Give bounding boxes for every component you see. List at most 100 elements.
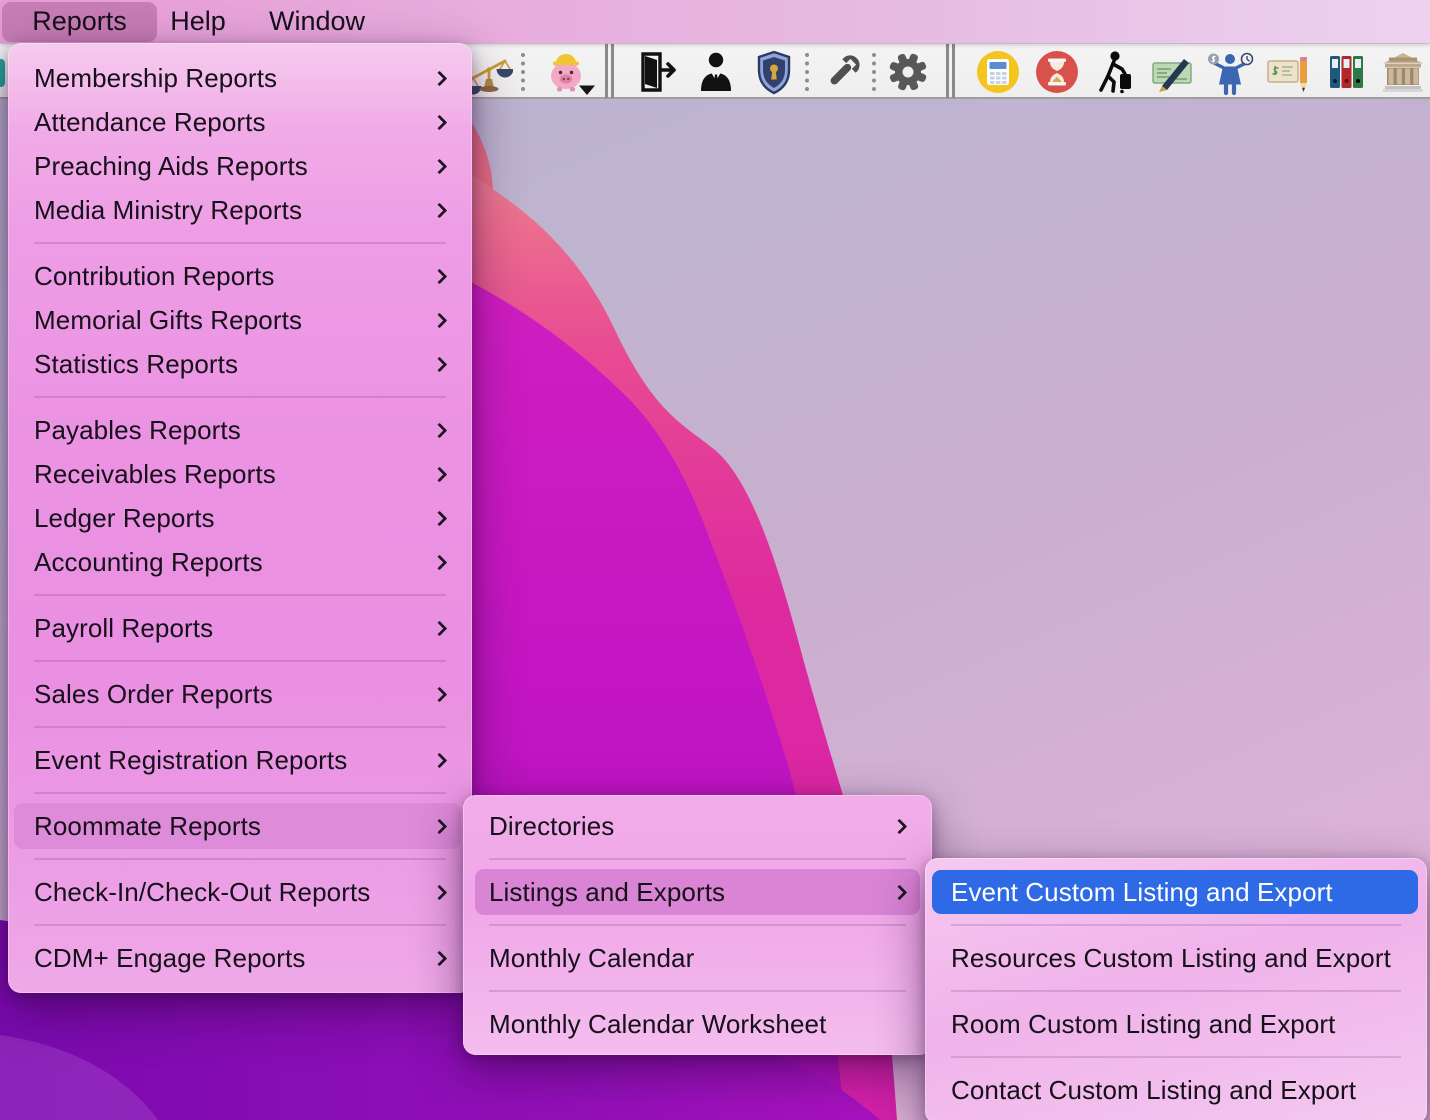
menu-item-payroll-reports[interactable]: Payroll Reports — [8, 606, 472, 650]
menu-item-monthly-calendar[interactable]: Monthly Calendar — [463, 936, 932, 980]
menu-item-label: Resources Custom Listing and Export — [951, 943, 1391, 974]
menu-separator — [463, 914, 932, 936]
menu-bar: Reports Help Window — [0, 0, 1430, 43]
chevron-right-icon — [432, 686, 448, 702]
menu-separator — [463, 848, 932, 870]
menu-item-label: Accounting Reports — [34, 547, 263, 578]
partial-toolbar-icon — [0, 59, 5, 87]
toolbar-divider-dotted — [872, 53, 876, 91]
toolbar-divider-double — [605, 44, 614, 98]
hourglass-icon[interactable] — [1033, 48, 1081, 96]
payroll-icon[interactable] — [1206, 48, 1254, 96]
scales-icon[interactable] — [465, 48, 513, 96]
security-shield-icon[interactable] — [750, 48, 798, 96]
chevron-right-icon — [432, 158, 448, 174]
menu-item-cdm-engage-reports[interactable]: CDM+ Engage Reports — [8, 936, 472, 980]
toolbar-divider-dotted — [805, 53, 809, 91]
menu-item-label: Payables Reports — [34, 415, 241, 446]
menu-item-accounting-reports[interactable]: Accounting Reports — [8, 540, 472, 584]
menu-item-listings-and-exports[interactable]: Listings and Exports — [463, 870, 932, 914]
menu-separator — [925, 914, 1427, 936]
menu-item-media-ministry-reports[interactable]: Media Ministry Reports — [8, 188, 472, 232]
check-writing-icon[interactable] — [1148, 48, 1196, 96]
menu-item-label: Media Ministry Reports — [34, 195, 302, 226]
menu-item-label: Payroll Reports — [34, 613, 213, 644]
menu-item-label: Monthly Calendar Worksheet — [489, 1009, 826, 1040]
exit-door-icon[interactable] — [633, 48, 681, 96]
menu-separator — [925, 980, 1427, 1002]
menu-item-label: Room Custom Listing and Export — [951, 1009, 1336, 1040]
menu-separator — [8, 386, 472, 408]
menu-item-label: Listings and Exports — [489, 877, 725, 908]
person-icon[interactable] — [692, 48, 740, 96]
check-register-icon[interactable] — [1264, 48, 1312, 96]
menu-item-sales-order-reports[interactable]: Sales Order Reports — [8, 672, 472, 716]
menu-item-label: Monthly Calendar — [489, 943, 694, 974]
chevron-right-icon — [432, 884, 448, 900]
menu-item-event-registration-reports[interactable]: Event Registration Reports — [8, 738, 472, 782]
bank-icon[interactable] — [1379, 48, 1427, 96]
chevron-right-icon — [432, 950, 448, 966]
menu-item-statistics-reports[interactable]: Statistics Reports — [8, 342, 472, 386]
menubar-item-window[interactable]: Window — [239, 2, 395, 42]
chevron-right-icon — [432, 554, 448, 570]
menubar-item-label: Reports — [32, 6, 127, 37]
menu-separator — [8, 716, 472, 738]
menu-item-room-custom-listing-and-export[interactable]: Room Custom Listing and Export — [925, 1002, 1427, 1046]
desktop-screen: Reports Help Window Membership Reports A… — [0, 0, 1430, 1120]
menubar-item-reports[interactable]: Reports — [2, 2, 157, 42]
menu-item-label: Membership Reports — [34, 63, 277, 94]
menu-item-monthly-calendar-worksheet[interactable]: Monthly Calendar Worksheet — [463, 1002, 932, 1046]
piggy-bank-icon[interactable] — [542, 48, 600, 96]
menu-item-directories[interactable]: Directories — [463, 804, 932, 848]
binders-icon[interactable] — [1323, 48, 1371, 96]
menu-item-resources-custom-listing-and-export[interactable]: Resources Custom Listing and Export — [925, 936, 1427, 980]
chevron-right-icon — [892, 884, 908, 900]
wrench-icon[interactable] — [819, 48, 867, 96]
menu-item-label: Event Registration Reports — [34, 745, 347, 776]
dropdown-arrow-icon — [579, 86, 595, 96]
chevron-right-icon — [432, 202, 448, 218]
calculator-icon[interactable] — [974, 48, 1022, 96]
menu-item-preaching-aids-reports[interactable]: Preaching Aids Reports — [8, 144, 472, 188]
menu-item-receivables-reports[interactable]: Receivables Reports — [8, 452, 472, 496]
menu-item-roommate-reports[interactable]: Roommate Reports — [8, 804, 472, 848]
menubar-item-help[interactable]: Help — [159, 2, 237, 42]
menu-separator — [8, 848, 472, 870]
menu-item-label: Statistics Reports — [34, 349, 238, 380]
menu-item-payables-reports[interactable]: Payables Reports — [8, 408, 472, 452]
traveler-icon[interactable] — [1089, 48, 1137, 96]
chevron-right-icon — [432, 356, 448, 372]
menu-item-attendance-reports[interactable]: Attendance Reports — [8, 100, 472, 144]
menu-separator — [8, 232, 472, 254]
menu-item-label: CDM+ Engage Reports — [34, 943, 305, 974]
reports-menu: Membership Reports Attendance Reports Pr… — [8, 43, 472, 993]
menu-item-label: Receivables Reports — [34, 459, 276, 490]
listings-and-exports-submenu: Event Custom Listing and Export Resource… — [925, 858, 1427, 1120]
chevron-right-icon — [432, 510, 448, 526]
menu-item-label: Preaching Aids Reports — [34, 151, 308, 182]
menu-item-membership-reports[interactable]: Membership Reports — [8, 56, 472, 100]
menu-separator — [8, 584, 472, 606]
menu-item-contribution-reports[interactable]: Contribution Reports — [8, 254, 472, 298]
menubar-item-label: Window — [269, 6, 365, 37]
menu-separator — [8, 914, 472, 936]
menu-item-memorial-gifts-reports[interactable]: Memorial Gifts Reports — [8, 298, 472, 342]
gear-icon[interactable] — [884, 48, 932, 96]
menu-item-ledger-reports[interactable]: Ledger Reports — [8, 496, 472, 540]
chevron-right-icon — [432, 70, 448, 86]
menu-item-check-in-check-out-reports[interactable]: Check-In/Check-Out Reports — [8, 870, 472, 914]
chevron-right-icon — [432, 620, 448, 636]
menu-separator — [8, 782, 472, 804]
menu-separator — [8, 650, 472, 672]
menu-item-label: Directories — [489, 811, 614, 842]
toolbar-divider-dotted — [521, 53, 525, 91]
menubar-item-label: Help — [170, 6, 226, 37]
menu-item-event-custom-listing-and-export[interactable]: Event Custom Listing and Export — [925, 870, 1427, 914]
menu-item-contact-custom-listing-and-export[interactable]: Contact Custom Listing and Export — [925, 1068, 1427, 1112]
menu-item-label: Memorial Gifts Reports — [34, 305, 302, 336]
menu-item-label: Roommate Reports — [34, 811, 261, 842]
chevron-right-icon — [432, 114, 448, 130]
menu-item-label: Ledger Reports — [34, 503, 215, 534]
menu-separator — [925, 1046, 1427, 1068]
